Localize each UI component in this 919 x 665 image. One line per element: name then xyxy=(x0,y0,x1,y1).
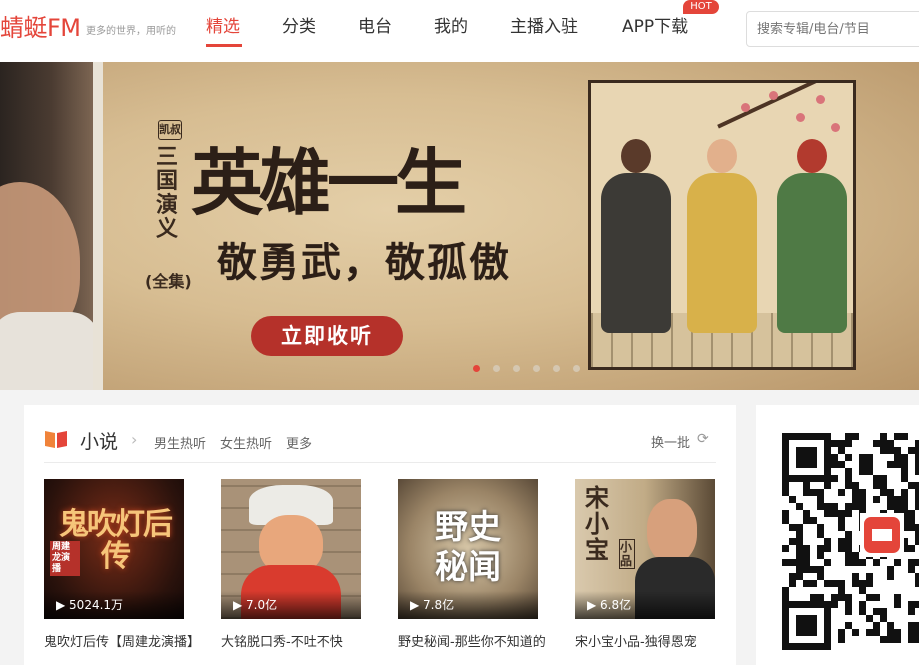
slogan: 更多的世界，用听的 xyxy=(86,26,176,37)
banner-vertical-text: 三国演义 xyxy=(156,145,179,242)
cover-badge: 小品 xyxy=(619,539,635,569)
hot-badge: HOT xyxy=(683,0,719,14)
figure-zhang-fei xyxy=(601,139,671,333)
nav-categories[interactable]: 分类 xyxy=(282,12,316,37)
carousel-dot[interactable] xyxy=(493,365,500,372)
album-cover[interactable]: 鬼吹灯后传 周建龙演播 ▶ 5024.1万 xyxy=(44,479,184,619)
host-portrait-shirt xyxy=(0,312,100,390)
album-title[interactable]: 宋小宝小品-独得恩宠 xyxy=(575,631,725,650)
list-item[interactable]: 鬼吹灯后传 周建龙演播 ▶ 5024.1万 鬼吹灯后传【周建龙演播】 xyxy=(44,479,194,650)
album-title[interactable]: 鬼吹灯后传【周建龙演播】 xyxy=(44,631,194,650)
album-cover[interactable]: ▶ 7.0亿 xyxy=(221,479,361,619)
plum-branch xyxy=(717,83,853,129)
banner-subtitle: 敬勇武，敬孤傲 xyxy=(217,239,511,286)
blossom xyxy=(769,91,778,100)
play-count-value: 6.8亿 xyxy=(600,598,632,612)
app-qr-card xyxy=(756,405,919,665)
play-count-value: 5024.1万 xyxy=(69,598,124,612)
top-nav-bar: 蜻蜓FM 更多的世界，用听的 精选 分类 电台 我的 主播入驻 APP下载 HO… xyxy=(0,0,919,62)
link-female-hot[interactable]: 女生热听 xyxy=(220,433,272,452)
banner-gap xyxy=(93,62,103,390)
novel-section: 小说 › 男生热听 女生热听 更多 换一批 ⟳ 鬼吹灯后传 周建龙演播 ▶ 50… xyxy=(24,405,736,665)
figure-guan-yu xyxy=(777,139,847,333)
nav-mine[interactable]: 我的 xyxy=(434,12,468,37)
play-count-value: 7.0亿 xyxy=(246,598,278,612)
link-more[interactable]: 更多 xyxy=(286,433,312,452)
banner-slide[interactable]: 凯叔 三国演义 (全集) 英雄一生 敬勇武，敬孤傲 立即收听 xyxy=(103,62,919,390)
carousel-dot[interactable] xyxy=(513,365,520,372)
list-item[interactable]: 宋小宝 小品 ▶ 6.8亿 宋小宝小品-独得恩宠 xyxy=(575,479,715,650)
album-cover[interactable]: 宋小宝 小品 ▶ 6.8亿 xyxy=(575,479,715,619)
refresh-button[interactable]: 换一批 xyxy=(651,432,690,451)
play-count: ▶ 6.8亿 xyxy=(575,591,715,619)
section-divider xyxy=(44,462,716,463)
link-male-hot[interactable]: 男生热听 xyxy=(154,433,206,452)
blossom xyxy=(831,123,840,132)
cover-title: 宋小宝 xyxy=(585,483,609,564)
play-count: ▶ 5024.1万 xyxy=(44,591,184,619)
banner-previous-slide[interactable] xyxy=(0,62,100,390)
nav-featured[interactable]: 精选 xyxy=(206,12,240,37)
nav-host-join[interactable]: 主播入驻 xyxy=(510,12,578,37)
nav-app-download[interactable]: APP下载 xyxy=(622,12,688,37)
play-count: ▶ 7.0亿 xyxy=(221,591,361,619)
banner-carousel[interactable]: 凯叔 三国演义 (全集) 英雄一生 敬勇武，敬孤傲 立即收听 xyxy=(0,62,919,390)
list-item[interactable]: 野史秘闻 ▶ 7.8亿 野史秘闻-那些你不知道的 xyxy=(398,479,546,650)
carousel-dot[interactable] xyxy=(553,365,560,372)
list-item[interactable]: ▶ 7.0亿 大铭脱口秀-不吐不快 xyxy=(221,479,361,650)
carousel-dot[interactable] xyxy=(473,365,480,372)
carousel-dot[interactable] xyxy=(533,365,540,372)
book-icon xyxy=(45,431,67,448)
section-title: 小说 xyxy=(80,431,119,453)
nav-radio[interactable]: 电台 xyxy=(358,12,392,37)
listen-now-button[interactable]: 立即收听 xyxy=(251,316,403,356)
cover-badge: 周建龙演播 xyxy=(50,541,80,576)
album-title[interactable]: 野史秘闻-那些你不知道的 xyxy=(398,631,548,650)
figure-liu-bei xyxy=(687,139,757,333)
banner-illustration xyxy=(588,80,856,370)
qr-code xyxy=(782,433,919,650)
logo[interactable]: 蜻蜓FM xyxy=(0,8,81,43)
banner-vertical-title: 凯叔 三国演义 xyxy=(156,120,186,242)
banner-tag: 凯叔 xyxy=(158,120,182,140)
chevron-right-icon: › xyxy=(131,430,138,449)
carousel-dot[interactable] xyxy=(573,365,580,372)
blossom xyxy=(816,95,825,104)
play-count: ▶ 7.8亿 xyxy=(398,591,538,619)
album-cover[interactable]: 野史秘闻 ▶ 7.8亿 xyxy=(398,479,538,619)
banner-suffix: (全集) xyxy=(145,272,192,291)
cover-title: 野史秘闻 xyxy=(435,507,501,586)
search-input[interactable] xyxy=(746,11,919,47)
blossom xyxy=(796,113,805,122)
refresh-icon[interactable]: ⟳ xyxy=(697,431,709,447)
blossom xyxy=(741,103,750,112)
album-title[interactable]: 大铭脱口秀-不吐不快 xyxy=(221,631,371,650)
play-count-value: 7.8亿 xyxy=(423,598,455,612)
nav-active-indicator xyxy=(206,44,242,47)
cover-face xyxy=(647,499,697,563)
banner-title: 英雄一生 xyxy=(191,140,467,225)
